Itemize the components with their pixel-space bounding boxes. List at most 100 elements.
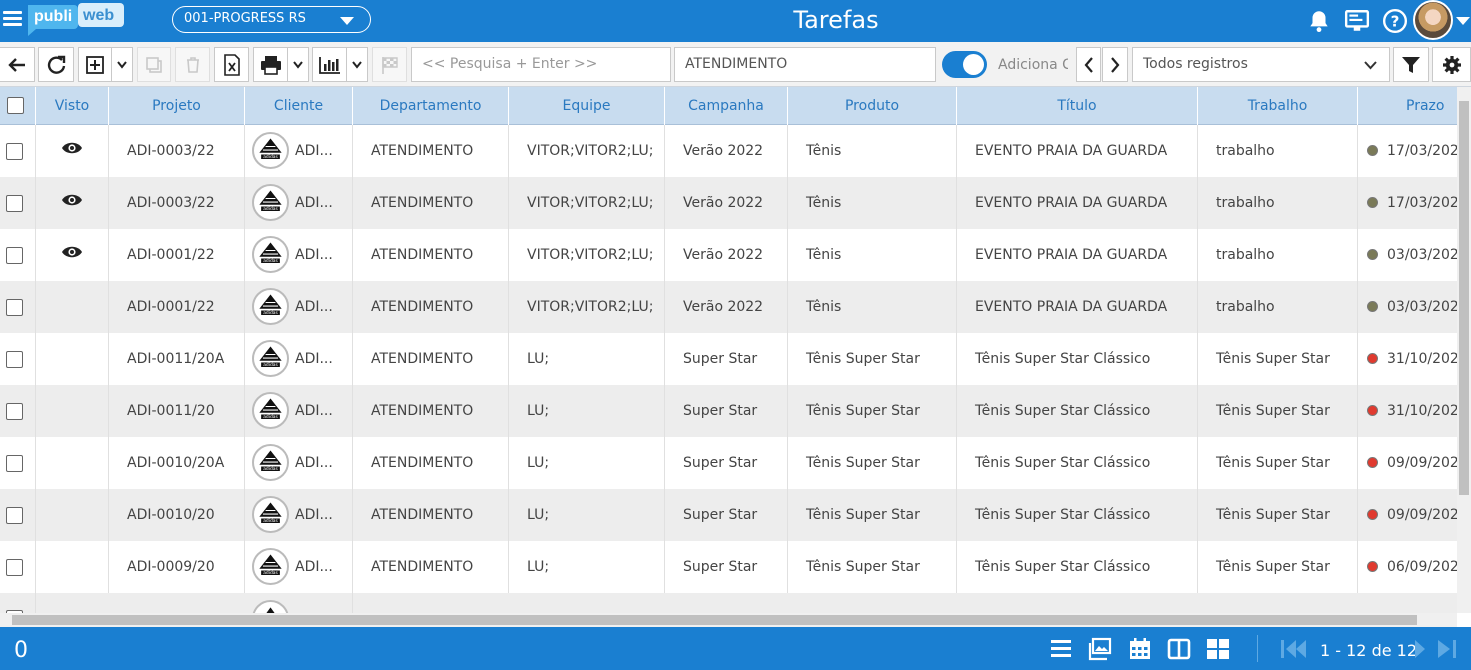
- first-page-icon[interactable]: [1279, 637, 1313, 661]
- row-checkbox[interactable]: [6, 143, 23, 160]
- records-select-value: Todos registros: [1143, 56, 1248, 72]
- excel-export-button[interactable]: [214, 47, 249, 82]
- column-header-departamento[interactable]: Departamento: [353, 87, 509, 125]
- row-checkbox[interactable]: [6, 403, 23, 420]
- chevron-down-icon: [1364, 61, 1377, 70]
- column-header-prazo[interactable]: Prazo: [1358, 87, 1457, 125]
- refresh-button[interactable]: [38, 47, 74, 82]
- vertical-scrollbar-thumb[interactable]: [1459, 101, 1469, 495]
- campanha-cell: Super Star: [665, 541, 788, 593]
- prev-button[interactable]: [1076, 47, 1101, 82]
- delete-button[interactable]: [175, 47, 210, 82]
- plus-square-icon: [86, 55, 104, 74]
- print-dropdown[interactable]: [288, 47, 309, 82]
- vertical-scrollbar[interactable]: [1457, 87, 1471, 613]
- table-row-partial[interactable]: [0, 593, 1457, 613]
- select-all-checkbox[interactable]: [7, 97, 24, 114]
- grid-view-icon[interactable]: [1206, 637, 1230, 661]
- table-row[interactable]: ADI-0010/20 adidas ADI... ATENDIMENTO LU; Sup…: [0, 489, 1457, 541]
- departamento-cell: ATENDIMENTO: [353, 281, 509, 333]
- list-view-icon[interactable]: [1049, 637, 1073, 661]
- titulo-cell: Tênis Super Star Clássico: [957, 385, 1198, 437]
- table-row[interactable]: ADI-0010/20A adidas ADI... ATENDIMENTO LU; Su…: [0, 437, 1457, 489]
- next-page-icon[interactable]: [1414, 637, 1426, 661]
- filter-button[interactable]: [1393, 47, 1429, 82]
- column-header-titulo[interactable]: Título: [957, 87, 1198, 125]
- company-select[interactable]: 001-PROGRESS RS: [172, 6, 371, 33]
- table-row[interactable]: ADI-0001/22 adidas ADI... ATENDIMENTO VITOR;…: [0, 229, 1457, 281]
- department-filter-input[interactable]: ATENDIMENTO: [674, 47, 936, 82]
- avatar[interactable]: [1413, 0, 1453, 40]
- row-checkbox[interactable]: [6, 299, 23, 316]
- top-bar: publi web 001-PROGRESS RS Tarefas ?: [0, 0, 1471, 42]
- gallery-view-icon[interactable]: [1088, 637, 1112, 661]
- horizontal-scrollbar-thumb[interactable]: [12, 615, 1417, 625]
- column-header-cliente[interactable]: Cliente: [245, 87, 353, 125]
- add-toggle[interactable]: [942, 51, 987, 78]
- produto-cell: Tênis Super Star: [788, 541, 957, 593]
- gear-icon: [1442, 55, 1461, 74]
- last-page-icon[interactable]: [1436, 637, 1460, 661]
- bell-icon[interactable]: [1306, 8, 1332, 34]
- add-dropdown[interactable]: [112, 47, 133, 82]
- settings-button[interactable]: [1432, 47, 1471, 82]
- row-checkbox[interactable]: [6, 559, 23, 576]
- next-button[interactable]: [1102, 47, 1128, 82]
- titulo-cell: Tênis Super Star Clássico: [957, 333, 1198, 385]
- campanha-cell: Verão 2022: [665, 229, 788, 281]
- flag-button[interactable]: [372, 47, 407, 82]
- row-checkbox[interactable]: [6, 351, 23, 368]
- projeto-cell: ADI-0011/20A: [109, 333, 245, 385]
- row-checkbox[interactable]: [6, 507, 23, 524]
- column-header-produto[interactable]: Produto: [788, 87, 957, 125]
- projeto-cell: ADI-0003/22: [109, 125, 245, 177]
- horizontal-scrollbar[interactable]: [0, 613, 1457, 627]
- row-checkbox[interactable]: [6, 247, 23, 264]
- chevron-down-icon: [293, 60, 303, 69]
- column-header-visto[interactable]: Visto: [36, 87, 109, 125]
- equipe-cell: LU;: [509, 385, 665, 437]
- column-header-projeto[interactable]: Projeto: [109, 87, 245, 125]
- menu-icon[interactable]: [3, 8, 23, 30]
- row-checkbox[interactable]: [6, 455, 23, 472]
- titulo-cell: Tênis Super Star Clássico: [957, 489, 1198, 541]
- svg-text:adidas: adidas: [263, 362, 278, 368]
- departamento-cell: ATENDIMENTO: [353, 333, 509, 385]
- trabalho-cell: Tênis Super Star: [1198, 437, 1358, 489]
- table-row[interactable]: ADI-0011/20A adidas ADI... ATENDIMENTO LU; Su…: [0, 333, 1457, 385]
- table-row[interactable]: ADI-0009/20 adidas ADI... ATENDIMENTO LU; Sup…: [0, 541, 1457, 593]
- column-header-trabalho[interactable]: Trabalho: [1198, 87, 1358, 125]
- chevron-down-icon[interactable]: [1456, 17, 1470, 25]
- departamento-cell: ATENDIMENTO: [353, 125, 509, 177]
- row-checkbox[interactable]: [6, 195, 23, 212]
- monitor-icon[interactable]: [1344, 8, 1370, 34]
- calendar-view-icon[interactable]: [1128, 637, 1152, 661]
- table-row[interactable]: ADI-0001/22 adidas ADI... ATENDIMENTO VITOR;…: [0, 281, 1457, 333]
- columns-view-icon[interactable]: [1167, 637, 1191, 661]
- table-row[interactable]: ADI-0003/22 adidas ADI... ATENDIMENTO VITOR;…: [0, 125, 1457, 177]
- copy-button[interactable]: [137, 47, 171, 82]
- deadline-cell: 03/03/2022: [1358, 229, 1457, 281]
- titulo-cell: Tênis Super Star Clássico: [957, 541, 1198, 593]
- table-row[interactable]: ADI-0003/22 adidas ADI... ATENDIMENTO VITOR;…: [0, 177, 1457, 229]
- table-row[interactable]: ADI-0011/20 adidas ADI... ATENDIMENTO LU; Sup…: [0, 385, 1457, 437]
- records-select[interactable]: Todos registros: [1132, 47, 1390, 82]
- deadline-value: 17/03/2022: [1387, 195, 1457, 211]
- search-input[interactable]: << Pesquisa + Enter >>: [411, 47, 671, 82]
- trabalho-cell: Tênis Super Star: [1198, 333, 1358, 385]
- add-button[interactable]: [78, 47, 112, 82]
- chart-dropdown[interactable]: [347, 47, 368, 82]
- column-header-campanha[interactable]: Campanha: [665, 87, 788, 125]
- back-button[interactable]: [0, 47, 35, 82]
- column-header-equipe[interactable]: Equipe: [509, 87, 665, 125]
- chart-button[interactable]: [312, 47, 347, 82]
- help-icon[interactable]: ?: [1382, 8, 1408, 34]
- campanha-cell: Super Star: [665, 385, 788, 437]
- campanha-cell: Verão 2022: [665, 281, 788, 333]
- print-button[interactable]: [253, 47, 288, 82]
- client-name: ADI...: [295, 403, 333, 419]
- projeto-cell: ADI-0011/20: [109, 385, 245, 437]
- publiweb-logo[interactable]: publi web: [26, 1, 126, 37]
- arrow-left-icon: [8, 57, 25, 72]
- adidas-logo-icon: adidas: [252, 444, 289, 481]
